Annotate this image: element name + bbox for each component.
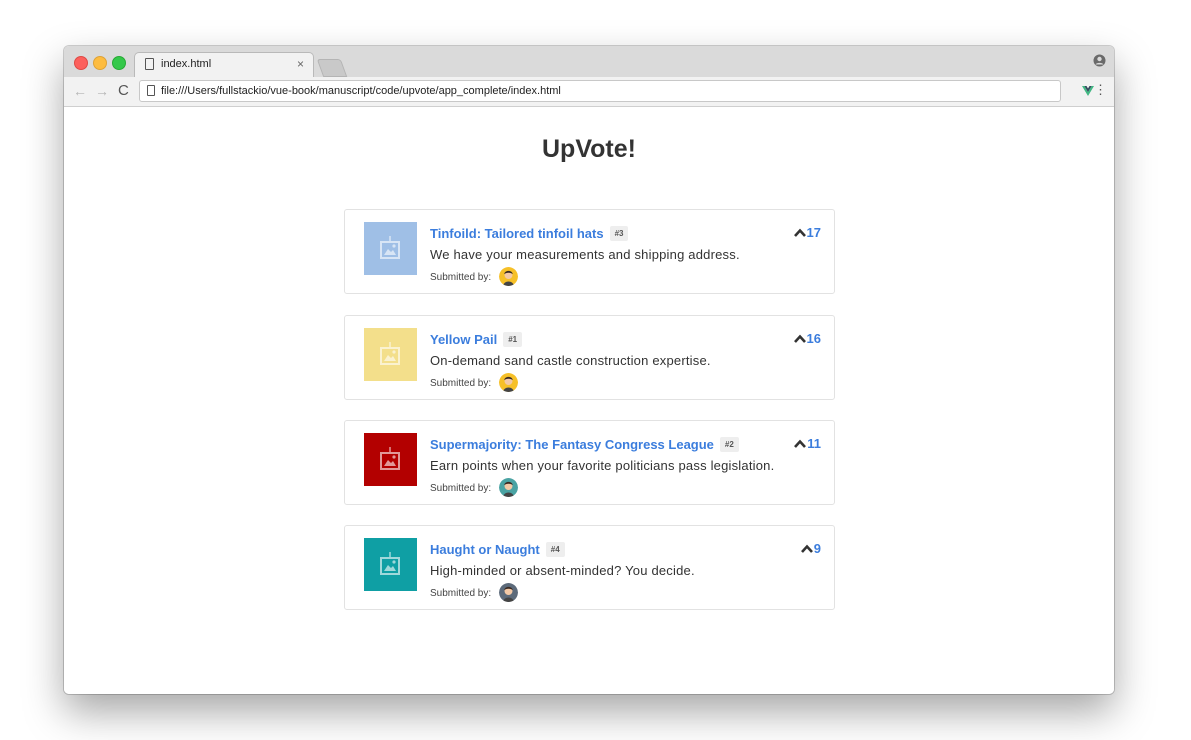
forward-button[interactable]: → xyxy=(95,83,109,99)
post-id-badge: #4 xyxy=(545,542,565,557)
tab-close-icon[interactable]: × xyxy=(297,57,304,71)
address-bar[interactable]: file:///Users/fullstackio/vue-book/manus… xyxy=(139,80,1061,102)
minimize-window-button[interactable] xyxy=(93,56,107,70)
chevron-up-icon[interactable] xyxy=(794,439,807,448)
chevron-up-icon[interactable] xyxy=(793,228,806,237)
post-description: Earn points when your favorite politicia… xyxy=(430,458,775,473)
post-title-link[interactable]: Supermajority: The Fantasy Congress Leag… xyxy=(430,437,739,452)
post-title-link[interactable]: Yellow Pail #1 xyxy=(430,332,523,347)
reload-button[interactable]: C xyxy=(118,82,129,99)
product-image xyxy=(364,538,417,591)
page-icon xyxy=(147,85,155,96)
post-card: Supermajority: The Fantasy Congress Leag… xyxy=(344,420,835,505)
image-placeholder-icon xyxy=(380,236,400,259)
avatar xyxy=(499,583,518,602)
browser-toolbar: ← → C file:///Users/fullstackio/vue-book… xyxy=(64,77,1114,107)
vote-count: 9 xyxy=(813,541,821,556)
vue-devtools-icon[interactable] xyxy=(1082,85,1094,97)
back-button[interactable]: ← xyxy=(73,83,87,99)
product-image xyxy=(364,433,417,486)
zoom-window-button[interactable] xyxy=(112,56,126,70)
post-card: Tinfoild: Tailored tinfoil hats #3 We have… xyxy=(344,209,835,294)
menu-icon[interactable]: ⋮ xyxy=(1094,83,1107,97)
post-id-badge: #2 xyxy=(719,437,739,452)
image-placeholder-icon xyxy=(380,342,400,365)
post-title[interactable]: Yellow Pail xyxy=(430,332,497,347)
upvote-button[interactable]: 16 xyxy=(793,331,821,346)
post-title[interactable]: Tinfoild: Tailored tinfoil hats xyxy=(430,226,604,241)
close-window-button[interactable] xyxy=(74,56,88,70)
tab-title: index.html xyxy=(161,58,212,70)
tab-bar: index.html × xyxy=(64,46,1114,77)
chevron-up-icon[interactable] xyxy=(800,544,813,553)
submitted-by-label: Submitted by: xyxy=(430,378,492,389)
vote-count: 17 xyxy=(806,225,821,240)
post-title[interactable]: Supermajority: The Fantasy Congress Leag… xyxy=(430,437,714,452)
post-card: Haught or Naught #4 High-minded or absent-… xyxy=(344,525,835,610)
file-icon xyxy=(145,58,154,70)
vote-count: 11 xyxy=(807,436,821,451)
browser-window: index.html × ← → C file:///Users/fullsta… xyxy=(64,46,1114,694)
tab-index[interactable]: index.html × xyxy=(134,52,314,77)
page-title: UpVote! xyxy=(542,135,636,163)
new-tab-button[interactable] xyxy=(316,59,348,77)
upvote-button[interactable]: 17 xyxy=(793,225,821,240)
image-placeholder-icon xyxy=(380,552,400,575)
avatar xyxy=(499,373,518,392)
post-card: Yellow Pail #1 On-demand sand castle const… xyxy=(344,315,835,400)
avatar xyxy=(499,478,518,497)
post-description: High-minded or absent-minded? You decide… xyxy=(430,563,695,578)
post-title[interactable]: Haught or Naught xyxy=(430,542,540,557)
post-description: On-demand sand castle construction exper… xyxy=(430,353,711,368)
upvote-button[interactable]: 9 xyxy=(800,541,821,556)
submitted-by-label: Submitted by: xyxy=(430,272,492,283)
post-description: We have your measurements and shipping a… xyxy=(430,247,740,262)
profile-icon[interactable] xyxy=(1093,54,1106,67)
post-id-badge: #1 xyxy=(503,332,523,347)
vote-count: 16 xyxy=(806,331,821,346)
post-title-link[interactable]: Tinfoild: Tailored tinfoil hats #3 xyxy=(430,226,629,241)
product-image xyxy=(364,328,417,381)
image-placeholder-icon xyxy=(380,447,400,470)
submitted-by-label: Submitted by: xyxy=(430,588,492,599)
post-id-badge: #3 xyxy=(609,226,629,241)
page-content: UpVote! Tinfoild: Tailored tinfoil hats #… xyxy=(64,107,1114,694)
product-image xyxy=(364,222,417,275)
avatar xyxy=(499,267,518,286)
url-text: file:///Users/fullstackio/vue-book/manus… xyxy=(161,85,561,97)
upvote-button[interactable]: 11 xyxy=(794,436,821,451)
submitted-by-label: Submitted by: xyxy=(430,483,492,494)
post-title-link[interactable]: Haught or Naught #4 xyxy=(430,542,565,557)
chevron-up-icon[interactable] xyxy=(793,334,806,343)
